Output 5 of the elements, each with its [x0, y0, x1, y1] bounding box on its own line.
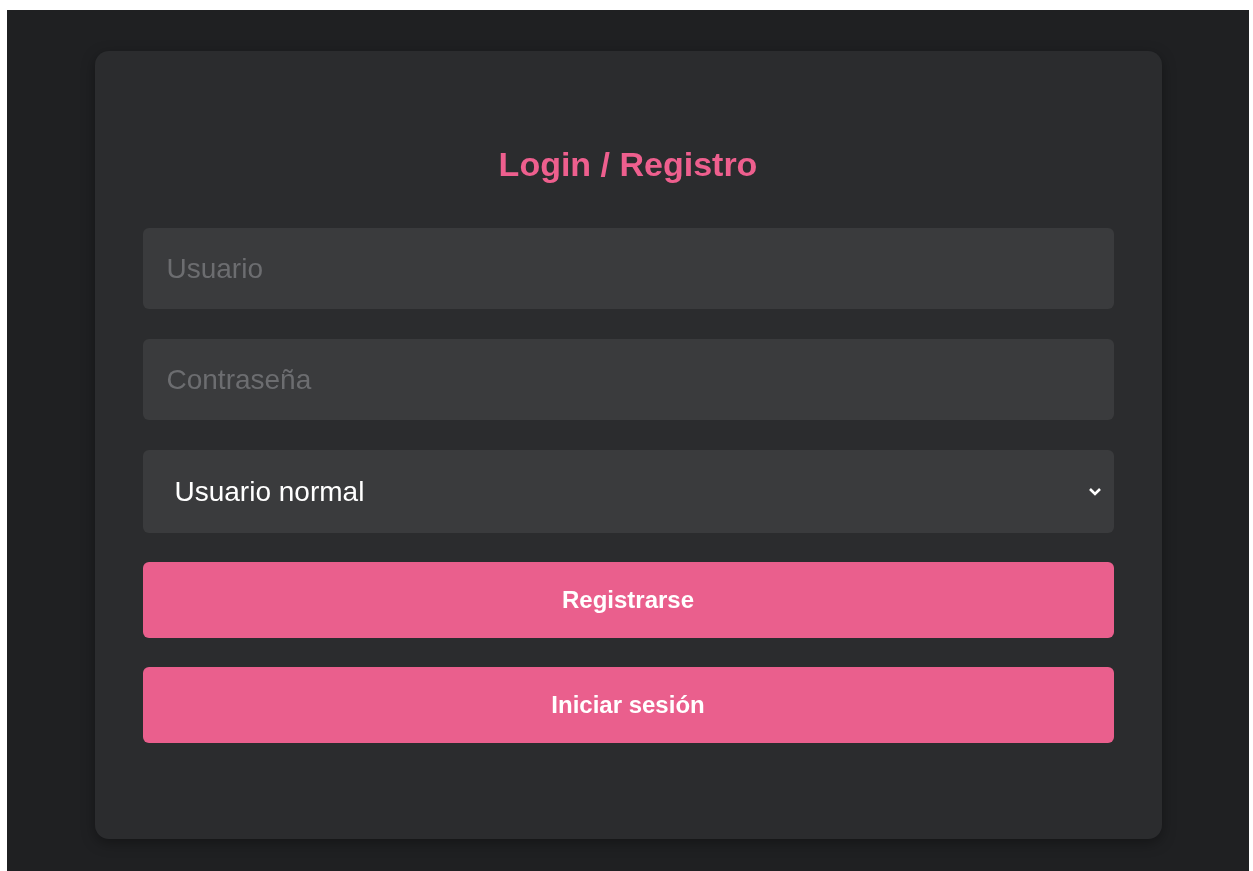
chevron-down-icon: [1087, 486, 1102, 497]
login-button[interactable]: Iniciar sesión: [142, 667, 1114, 743]
user-type-select[interactable]: Usuario normal: [142, 450, 1114, 533]
form-title: Login / Registro: [497, 145, 759, 184]
register-button[interactable]: Registrarse: [142, 562, 1114, 638]
